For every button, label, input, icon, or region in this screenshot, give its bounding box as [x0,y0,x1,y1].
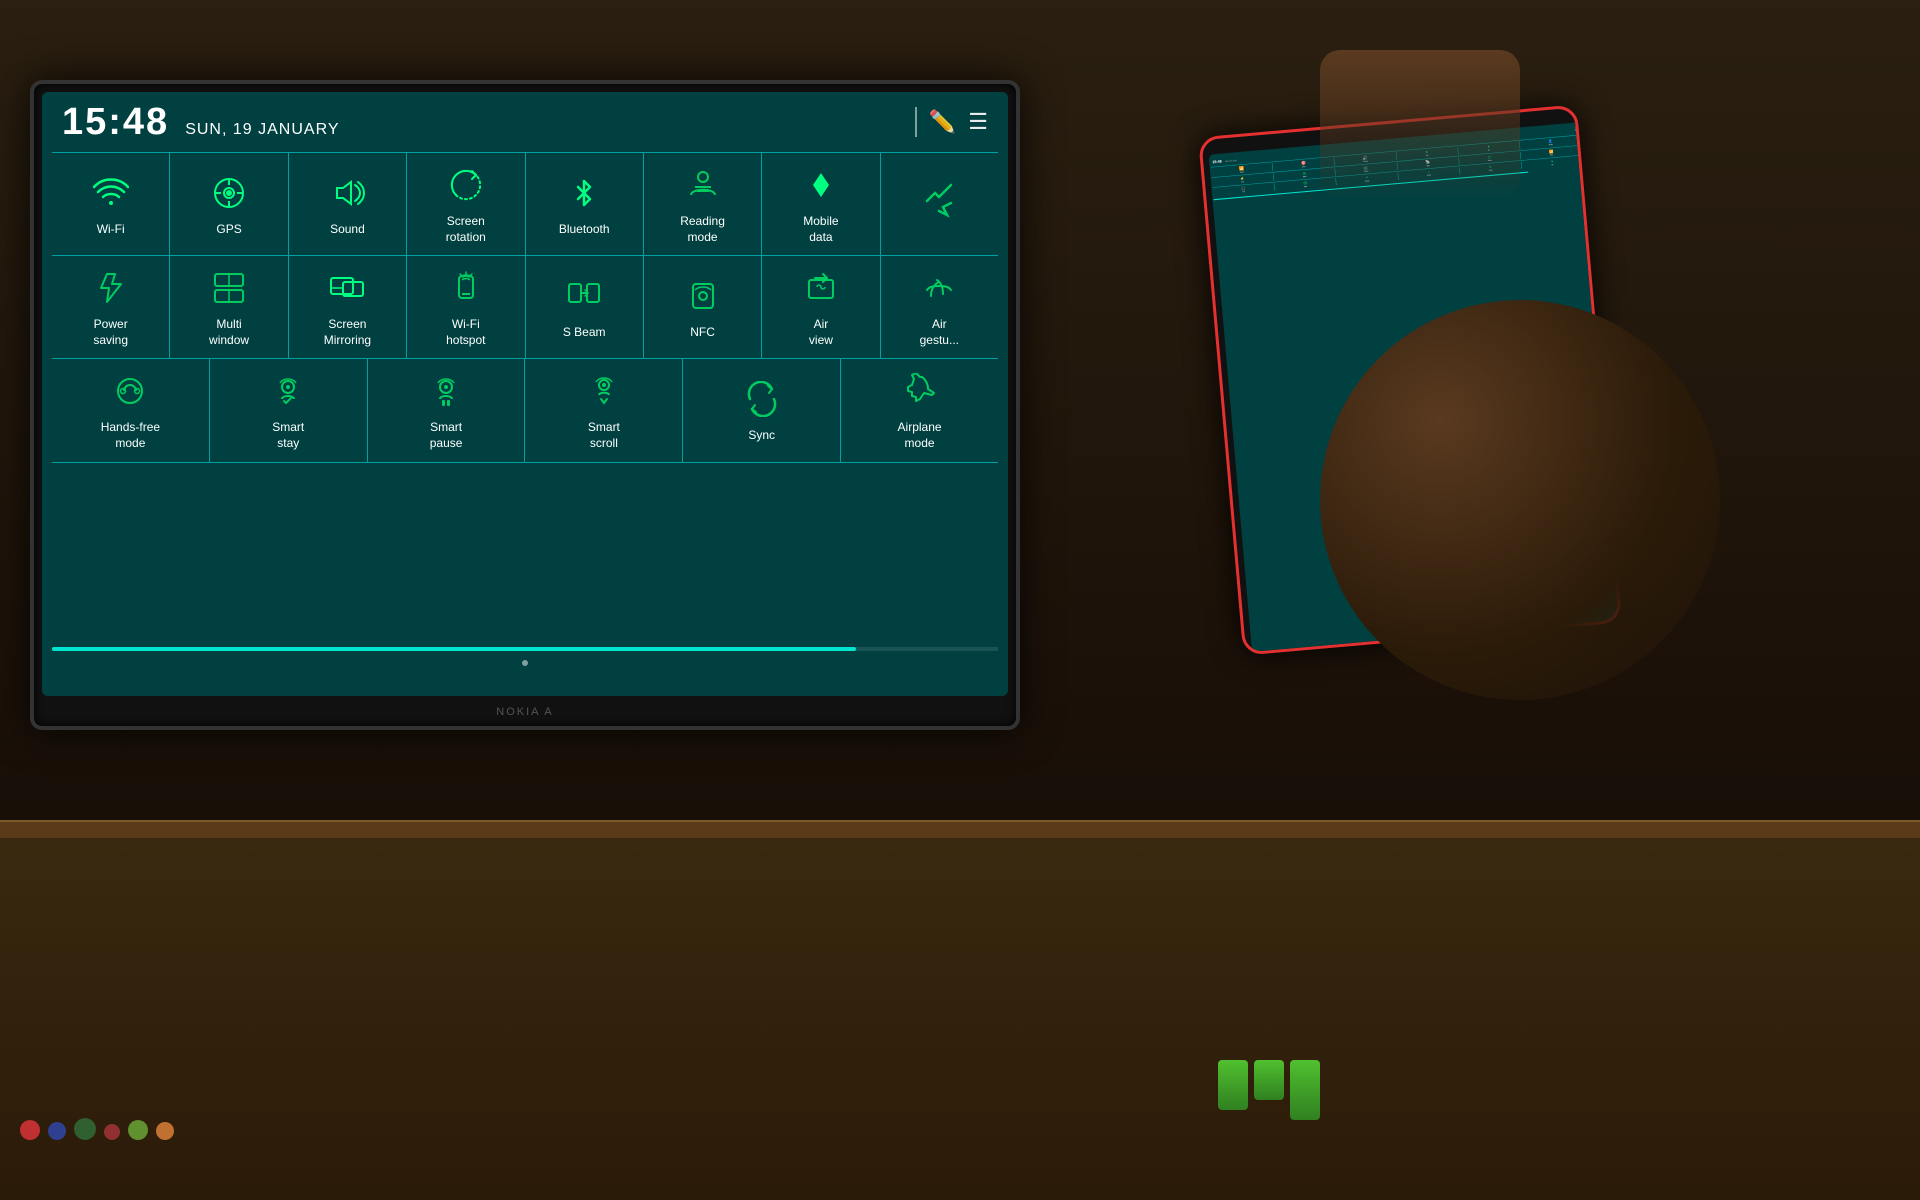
quick-settings-row-2: Powersaving Multiwindow [52,256,998,359]
shelf-items [20,1118,174,1140]
phone: 15:48 SUN 19 JAN ☰ 📶 Wi-Fi 🎯 GPS [1198,104,1622,655]
qs-nfc[interactable]: NFC [644,256,762,358]
tv-screen: 15:48 SUN, 19 JANUARY ✏️ ☰ [42,92,1008,696]
qs-air-view-label: Airview [809,317,833,348]
qs-wifi[interactable]: Wi-Fi [52,153,170,255]
phone-body: 15:48 SUN 19 JAN ☰ 📶 Wi-Fi 🎯 GPS [1198,104,1622,655]
qs-power-saving-label: Powersaving [93,317,128,348]
qs-multi-window[interactable]: Multiwindow [170,256,288,358]
qs-hands-free[interactable]: Hands-freemode [52,359,210,461]
qs-smart-pause-label: Smartpause [430,420,463,451]
qs-s-beam[interactable]: S Beam [526,256,644,358]
edit-icon[interactable]: ✏️ [929,109,956,135]
quick-settings-row-1: Wi-Fi [52,152,998,256]
shelf-item [128,1120,148,1140]
time-section: 15:48 SUN, 19 JANUARY [62,101,340,144]
qs-air-view[interactable]: Airview [762,256,880,358]
quick-settings-grid: Wi-Fi [42,152,1008,463]
shelf [0,820,1920,1200]
qs-reading-mode[interactable]: Readingmode [644,153,762,255]
qs-airplane-mode[interactable]: Airplanemode [841,359,998,461]
qs-wifi-hotspot[interactable]: Wi-Fihotspot [407,256,525,358]
header-bar: 15:48 SUN, 19 JANUARY ✏️ ☰ [42,92,1008,152]
qs-gps-label: GPS [216,222,241,238]
qs-hands-free-label: Hands-freemode [101,420,160,451]
qs-power-saving[interactable]: Powersaving [52,256,170,358]
qs-smart-stay-label: Smartstay [272,420,304,451]
qs-multi-window-label: Multiwindow [209,317,249,348]
qs-screen-rotation-label: Screenrotation [446,214,486,245]
qs-airplane-mode-label: Airplanemode [898,420,942,451]
green-object [1254,1060,1284,1100]
quick-settings-row-3: Hands-freemode Smartstay [52,359,998,462]
qs-air-gesture[interactable]: Airgestu... [881,256,998,358]
qs-smart-pause[interactable]: Smartpause [368,359,526,461]
tv-brand: NOKIA A [496,706,553,718]
qs-screen-rotation[interactable]: Screenrotation [407,153,525,255]
qs-smart-scroll[interactable]: Smartscroll [525,359,683,461]
shelf-item [48,1122,66,1140]
qs-partial[interactable] [881,153,998,255]
progress-bar [52,647,998,651]
date-display: SUN, 19 JANUARY [185,121,339,139]
screen-content: 15:48 SUN, 19 JANUARY ✏️ ☰ [42,92,1008,696]
qs-sound[interactable]: Sound [289,153,407,255]
progress-bar-fill [52,647,856,651]
green-objects [1218,1060,1320,1120]
tv: 15:48 SUN, 19 JANUARY ✏️ ☰ [30,80,1020,730]
qs-bluetooth[interactable]: Bluetooth [526,153,644,255]
qs-nfc-label: NFC [690,325,715,341]
page-indicator-dot [522,660,528,666]
shelf-item [74,1118,96,1140]
qs-air-gesture-label: Airgestu... [920,317,959,348]
green-object [1218,1060,1248,1110]
phone-screen: 15:48 SUN 19 JAN ☰ 📶 Wi-Fi 🎯 GPS [1209,122,1622,655]
qs-mobile-data-label: Mobiledata [803,214,838,245]
qs-screen-mirroring-label: ScreenMirroring [324,317,371,348]
shelf-item [20,1120,40,1140]
qs-smart-stay[interactable]: Smartstay [210,359,368,461]
qs-sync-label: Sync [748,428,775,444]
shelf-item [104,1124,120,1140]
qs-wifi-hotspot-label: Wi-Fihotspot [446,317,485,348]
qs-sync[interactable]: Sync [683,359,841,461]
qs-s-beam-label: S Beam [563,325,606,341]
shelf-item [156,1122,174,1140]
qs-smart-scroll-label: Smartscroll [588,420,620,451]
header-divider [915,107,917,137]
shelf-surface [0,820,1920,838]
qs-reading-mode-label: Readingmode [680,214,725,245]
time-display: 15:48 [62,101,169,144]
qs-gps[interactable]: GPS [170,153,288,255]
list-icon[interactable]: ☰ [968,109,988,135]
qs-sound-label: Sound [330,222,365,238]
qs-mobile-data[interactable]: Mobiledata [762,153,880,255]
qs-wifi-label: Wi-Fi [97,222,125,238]
qs-bluetooth-label: Bluetooth [559,222,610,238]
qs-screen-mirroring[interactable]: ScreenMirroring [289,256,407,358]
header-icons: ✏️ ☰ [915,107,988,137]
green-object [1290,1060,1320,1120]
